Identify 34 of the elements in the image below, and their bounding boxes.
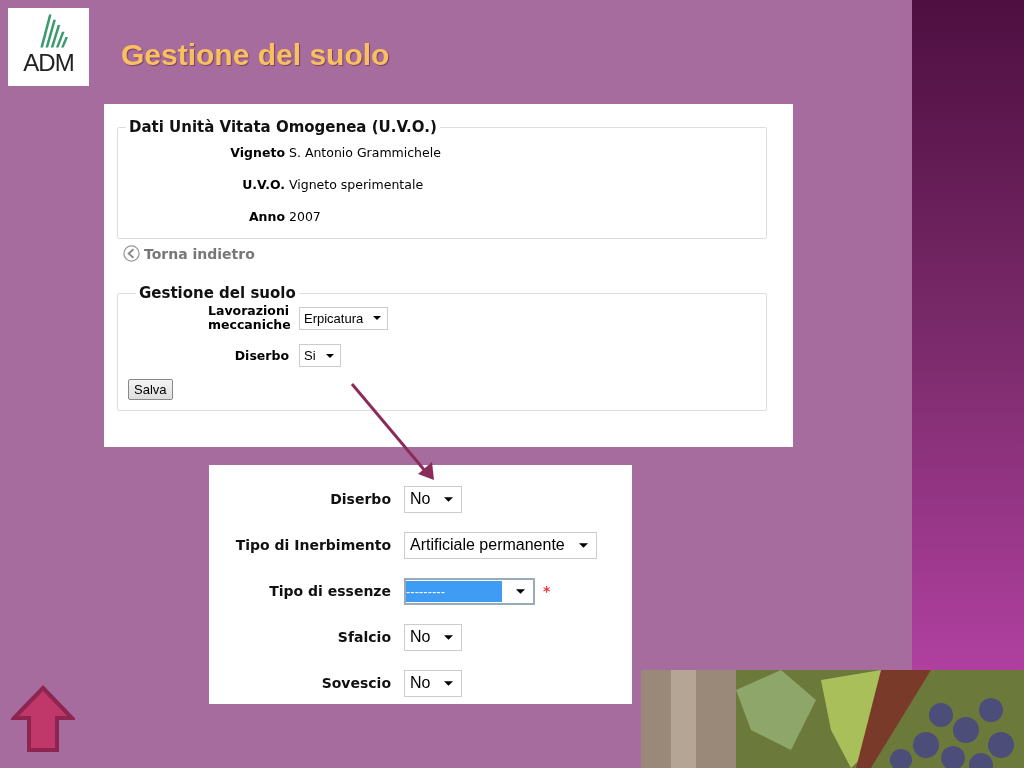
logo-text: ADM: [23, 50, 74, 76]
dropdown[interactable]: No: [404, 669, 463, 697]
field-label: Anno: [247, 208, 285, 224]
caret-icon: [325, 353, 334, 358]
caret-icon: [516, 588, 525, 594]
field-label: Sfalcio: [336, 629, 391, 645]
save-button[interactable]: Salva: [128, 379, 173, 400]
field-label: U.V.O.: [241, 176, 285, 192]
dropdown[interactable]: Artificiale permanente: [404, 531, 597, 559]
section-title: Dati Unità Vitata Omogenea (U.V.O.): [128, 118, 438, 136]
field-label: Lavorazioni meccaniche: [207, 304, 289, 332]
field-value: S. Antonio Grammichele: [289, 144, 441, 160]
caret-icon: [578, 542, 588, 548]
dropdown[interactable]: No: [404, 623, 463, 651]
section-title: Gestione del suolo: [138, 284, 297, 302]
caret-icon: [444, 680, 454, 686]
back-link[interactable]: Torna indietro: [123, 245, 255, 262]
up-arrow-icon[interactable]: [11, 685, 75, 753]
field-label: Vigneto: [229, 144, 285, 160]
caret-icon: [373, 316, 382, 320]
dropdown[interactable]: No: [404, 485, 463, 513]
caret-icon: [444, 634, 454, 640]
caret-icon: [444, 496, 454, 502]
dropdown[interactable]: Si: [299, 344, 341, 367]
field-value: 2007: [289, 208, 321, 224]
field-label: Diserbo: [233, 348, 289, 363]
field-label: Tipo di essenze: [268, 583, 391, 599]
field-label: Sovescio: [320, 675, 391, 691]
required-mark: *: [543, 583, 551, 599]
field-label: Diserbo: [329, 491, 391, 507]
field-value: Vigneto sperimentale: [289, 176, 424, 192]
dropdown[interactable]: Erpicatura: [299, 306, 389, 330]
field-label: Tipo di Inerbimento: [234, 537, 391, 553]
slide-title: Gestione del suolo: [121, 38, 390, 72]
